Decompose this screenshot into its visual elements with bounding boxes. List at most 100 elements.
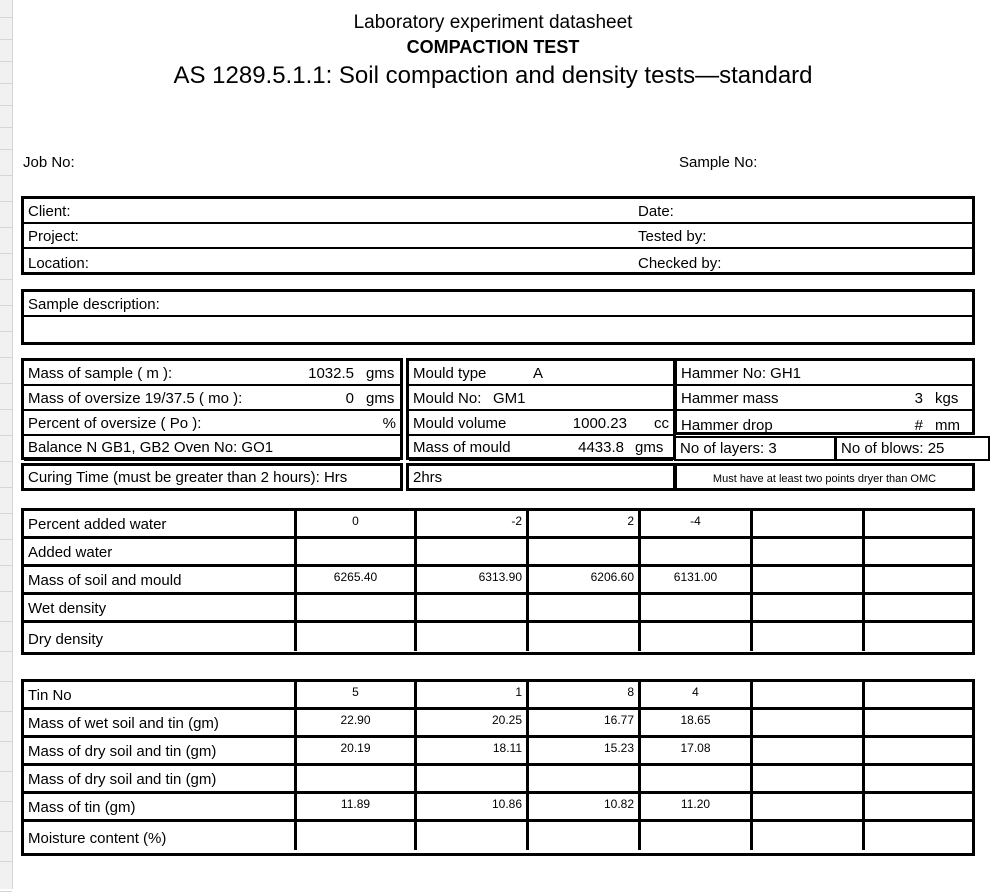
row-header-21[interactable] [0,488,12,514]
value-cell[interactable] [753,766,865,791]
value-cell[interactable]: 11.20 [641,794,753,819]
row-header-24[interactable] [0,566,12,592]
value-cell[interactable] [865,822,972,850]
tested-by-label-cell[interactable]: Tested by: [634,224,972,247]
row-header-5[interactable] [0,84,12,106]
value-cell[interactable] [753,511,865,536]
value-cell[interactable]: 6265.40 [297,567,417,592]
date-label-cell[interactable]: Date: [634,199,972,222]
value-cell[interactable] [641,623,753,651]
curing-time-label[interactable]: Curing Time (must be greater than 2 hour… [24,466,400,488]
value-cell[interactable] [297,766,417,791]
value-cell[interactable]: 11.89 [297,794,417,819]
value-cell[interactable]: -2 [417,511,529,536]
row-header-2[interactable] [0,18,12,40]
value-cell[interactable] [529,766,641,791]
value-cell[interactable]: 18.65 [641,710,753,735]
value-cell[interactable] [417,822,529,850]
value-cell[interactable] [753,623,865,651]
value-cell[interactable] [417,539,529,564]
value-cell[interactable] [417,766,529,791]
row-header-4[interactable] [0,62,12,84]
value-cell[interactable] [641,822,753,850]
value-cell[interactable] [865,623,972,651]
hammer-no-label[interactable]: Hammer No: GH1 [677,361,972,384]
row-header-19[interactable] [0,436,12,462]
row-header-6[interactable] [0,106,12,128]
row-header-10[interactable] [0,202,12,228]
value-cell[interactable]: 6313.90 [417,567,529,592]
row-header-15[interactable] [0,332,12,358]
value-cell[interactable]: 17.08 [641,738,753,763]
value-cell[interactable] [753,710,865,735]
row-header-9[interactable] [0,176,12,202]
no-of-layers-cell[interactable]: No of layers: 3 [676,438,837,459]
value-cell[interactable]: 6131.00 [641,567,753,592]
value-cell[interactable] [753,738,865,763]
value-cell[interactable]: 1 [417,682,529,707]
value-cell[interactable] [865,738,972,763]
value-cell[interactable] [865,710,972,735]
location-label-cell[interactable]: Location: [24,249,634,274]
hammer-drop-value[interactable]: # [837,411,927,436]
value-cell[interactable] [417,623,529,651]
row-header-33[interactable] [0,832,12,862]
value-cell[interactable] [641,539,753,564]
row-header-17[interactable] [0,384,12,410]
value-cell[interactable]: 15.23 [529,738,641,763]
value-cell[interactable] [753,822,865,850]
value-cell[interactable]: 5 [297,682,417,707]
project-label-cell[interactable]: Project: [24,224,634,247]
value-cell[interactable] [865,766,972,791]
no-of-blows-cell[interactable]: No of blows: 25 [837,438,987,459]
row-header-12[interactable] [0,254,12,280]
value-cell[interactable] [753,794,865,819]
row-header-1[interactable] [0,0,12,18]
mass-of-oversize-value[interactable]: 0 [254,386,358,409]
value-cell[interactable]: 10.82 [529,794,641,819]
value-cell[interactable] [529,595,641,620]
row-header-27[interactable] [0,652,12,682]
value-cell[interactable] [529,623,641,651]
row-header-28[interactable] [0,682,12,712]
value-cell[interactable] [297,539,417,564]
value-cell[interactable] [865,539,972,564]
value-cell[interactable]: 22.90 [297,710,417,735]
value-cell[interactable] [641,595,753,620]
row-header-8[interactable] [0,150,12,176]
value-cell[interactable] [865,567,972,592]
value-cell[interactable] [753,595,865,620]
value-cell[interactable]: 18.11 [417,738,529,763]
value-cell[interactable]: 6206.60 [529,567,641,592]
value-cell[interactable]: 16.77 [529,710,641,735]
value-cell[interactable] [297,822,417,850]
value-cell[interactable] [753,539,865,564]
row-header-13[interactable] [0,280,12,306]
row-header-20[interactable] [0,462,12,488]
curing-time-value[interactable]: 2hrs [409,466,673,488]
spreadsheet-row-header-gutter[interactable] [0,0,13,892]
balance-oven-label[interactable]: Balance N GB1, GB2 Oven No: GO1 [24,436,400,458]
value-cell[interactable]: 8 [529,682,641,707]
value-cell[interactable] [641,766,753,791]
value-cell[interactable] [753,682,865,707]
value-cell[interactable]: 20.19 [297,738,417,763]
row-header-30[interactable] [0,742,12,772]
sample-description-label-cell[interactable]: Sample description: [24,292,972,315]
mould-no-value[interactable]: GM1 [489,386,673,409]
row-header-18[interactable] [0,410,12,436]
hammer-mass-value[interactable]: 3 [837,386,927,409]
mould-volume-value[interactable]: 1000.23 [519,411,631,434]
row-header-34[interactable] [0,862,12,892]
row-header-14[interactable] [0,306,12,332]
value-cell[interactable]: -4 [641,511,753,536]
row-header-3[interactable] [0,40,12,62]
sample-description-value-cell[interactable] [24,317,972,342]
value-cell[interactable] [753,567,865,592]
row-header-29[interactable] [0,712,12,742]
client-label-cell[interactable]: Client: [24,199,634,222]
checked-by-label-cell[interactable]: Checked by: [634,249,972,274]
value-cell[interactable] [529,539,641,564]
value-cell[interactable] [865,595,972,620]
mould-type-value[interactable]: A [529,361,673,384]
